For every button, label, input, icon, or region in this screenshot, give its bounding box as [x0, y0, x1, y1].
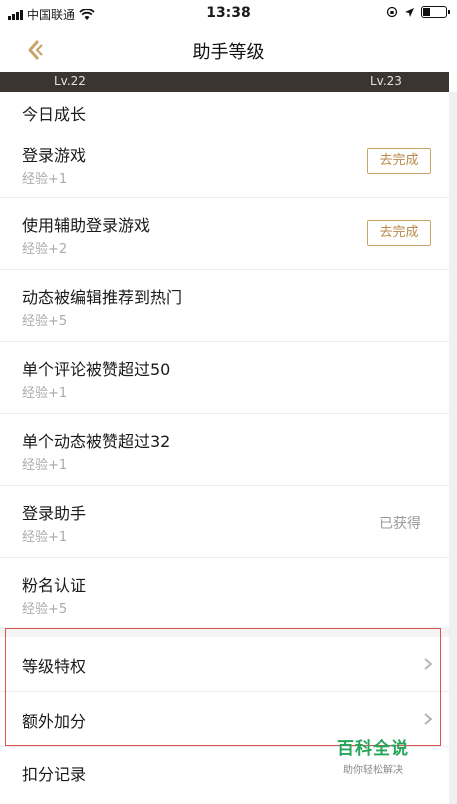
task-name: 登录游戏: [22, 146, 87, 165]
task-exp: 经验+1: [22, 530, 68, 545]
task-row: 单个动态被赞超过32 经验+1: [0, 414, 449, 486]
task-exp: 经验+5: [22, 314, 68, 329]
task-exp: 经验+1: [22, 172, 68, 187]
watermark-logo: 百科全说 助你轻松解决: [330, 734, 416, 776]
task-row: 单个评论被赞超过50 经验+1: [0, 342, 449, 414]
watermark-subtitle: 助你轻松解决: [343, 765, 403, 776]
current-level: Lv.22: [54, 74, 86, 88]
level-progress-bar: Lv.22 Lv.23: [0, 72, 449, 92]
task-row: 动态被编辑推荐到热门 经验+5: [0, 270, 449, 342]
status-bar: 中国联通 13:38: [0, 0, 457, 28]
task-name: 动态被编辑推荐到热门: [22, 288, 183, 307]
task-name: 登录助手: [22, 504, 87, 523]
battery-icon: [421, 6, 450, 18]
task-name: 粉名认证: [22, 576, 87, 595]
task-row: 登录游戏 经验+1 去完成: [0, 130, 449, 198]
go-complete-button[interactable]: 去完成: [367, 148, 431, 174]
section-title: 今日成长: [22, 105, 87, 124]
task-name: 单个评论被赞超过50: [22, 360, 171, 379]
go-complete-button[interactable]: 去完成: [367, 220, 431, 246]
task-row: 登录助手 经验+1 已获得: [0, 486, 449, 558]
nav-bar: 助手等级: [0, 28, 457, 72]
highlight-box: [5, 628, 441, 746]
page-title: 助手等级: [192, 42, 265, 63]
task-name: 使用辅助登录游戏: [22, 216, 151, 235]
menu-label: 扣分记录: [22, 765, 87, 784]
task-exp: 经验+2: [22, 242, 68, 257]
task-exp: 经验+5: [22, 602, 68, 617]
task-row: 使用辅助登录游戏 经验+2 去完成: [0, 198, 449, 270]
location-icon: [405, 7, 414, 17]
obtained-status: 已获得: [379, 516, 421, 532]
task-row: 粉名认证 经验+5: [0, 558, 449, 627]
task-exp: 经验+1: [22, 458, 68, 473]
watermark-title: 百科全说: [337, 739, 409, 759]
next-level: Lv.23: [370, 74, 402, 88]
rotation-lock-icon: [386, 6, 398, 18]
status-right: [386, 6, 450, 18]
task-exp: 经验+1: [22, 386, 68, 401]
battery-fill: [423, 8, 431, 16]
scrollbar[interactable]: [449, 92, 457, 804]
task-name: 单个动态被赞超过32: [22, 432, 171, 451]
